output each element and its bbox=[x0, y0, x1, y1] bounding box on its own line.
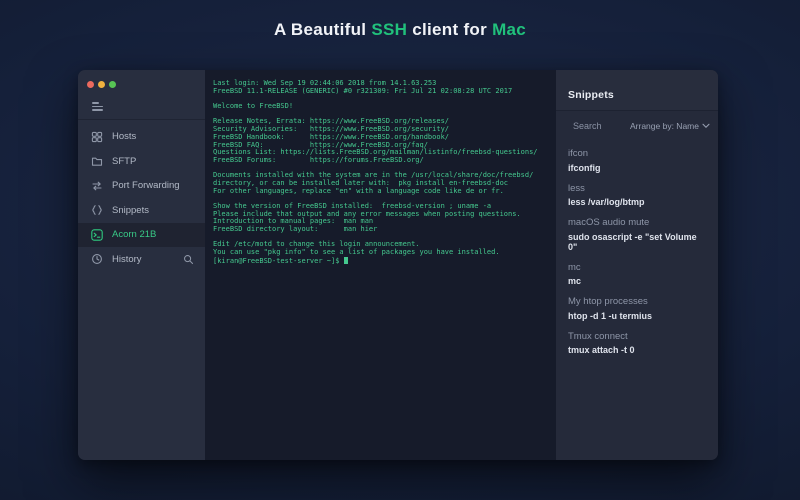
terminal-icon bbox=[91, 229, 103, 241]
snippet-name: ifcon bbox=[568, 148, 706, 159]
zoom-window-button[interactable] bbox=[109, 81, 116, 88]
window-titlebar bbox=[78, 70, 205, 90]
snippet-item[interactable]: less less /var/log/btmp bbox=[568, 183, 706, 208]
snippets-panel-header: Snippets bbox=[556, 70, 718, 111]
page-title-mac: Mac bbox=[492, 20, 526, 39]
snippet-command: sudo osascript -e "set Volume 0" bbox=[568, 232, 706, 252]
sidebar-item-port-forwarding[interactable]: Port Forwarding bbox=[78, 174, 205, 199]
sidebar-item-label: Snippets bbox=[112, 205, 149, 216]
history-clock-icon bbox=[91, 253, 103, 265]
snippet-item[interactable]: My htop processes htop -d 1 -u termius bbox=[568, 296, 706, 321]
page-title-prefix: A Beautiful bbox=[274, 20, 371, 39]
sidebar-item-sftp[interactable]: SFTP bbox=[78, 149, 205, 174]
snippet-item[interactable]: Tmux connect tmux attach -t 0 bbox=[568, 331, 706, 356]
snippet-name: mc bbox=[568, 262, 706, 273]
sidebar-item-label: Port Forwarding bbox=[112, 180, 180, 191]
snippet-command: htop -d 1 -u termius bbox=[568, 311, 706, 321]
prompt-text: [kiran@FreeBSD-test-server ~]$ bbox=[213, 257, 344, 265]
close-window-button[interactable] bbox=[87, 81, 94, 88]
sidebar-item-history[interactable]: History bbox=[78, 247, 205, 272]
terminal-line: Welcome to FreeBSD! bbox=[213, 103, 556, 111]
snippet-command: less /var/log/btmp bbox=[568, 197, 706, 207]
folder-icon bbox=[91, 155, 103, 167]
sidebar-item-acorn-21b[interactable]: Acorn 21B bbox=[78, 223, 205, 248]
sidebar-item-label: SFTP bbox=[112, 156, 136, 167]
sidebar: Hosts SFTP Port Forwarding Snippets bbox=[78, 70, 205, 460]
snippet-item[interactable]: macOS audio mute sudo osascript -e "set … bbox=[568, 217, 706, 252]
braces-icon bbox=[91, 204, 103, 216]
snippets-search-input[interactable] bbox=[573, 121, 625, 131]
terminal-line: FreeBSD 11.1-RELEASE (GENERIC) #0 r32130… bbox=[213, 88, 556, 96]
minimize-window-button[interactable] bbox=[98, 81, 105, 88]
terminal-line: FreeBSD directory layout: man hier bbox=[213, 226, 556, 234]
snippet-item[interactable]: mc mc bbox=[568, 262, 706, 287]
menu-icon[interactable] bbox=[92, 102, 205, 111]
snippets-list: ifcon ifconfig less less /var/log/btmp m… bbox=[556, 141, 718, 365]
port-forwarding-icon bbox=[91, 180, 103, 192]
snippet-name: macOS audio mute bbox=[568, 217, 706, 228]
sidebar-search-icon[interactable] bbox=[183, 254, 194, 265]
terminal-line: For other languages, replace "en" with a… bbox=[213, 188, 556, 196]
snippet-command: mc bbox=[568, 276, 706, 286]
arrange-by-label: Arrange by: Name bbox=[630, 121, 699, 131]
snippets-panel-title: Snippets bbox=[568, 89, 614, 101]
terminal-prompt[interactable]: [kiran@FreeBSD-test-server ~]$ bbox=[213, 257, 556, 265]
chevron-down-icon bbox=[702, 123, 710, 129]
sidebar-nav: Hosts SFTP Port Forwarding Snippets bbox=[78, 120, 205, 272]
app-window: Hosts SFTP Port Forwarding Snippets bbox=[78, 70, 718, 460]
terminal-cursor bbox=[344, 257, 348, 264]
page-title-ssh: SSH bbox=[371, 20, 407, 39]
snippets-panel: Snippets Arrange by: Name ifcon ifconfig… bbox=[556, 70, 718, 460]
hosts-grid-icon bbox=[91, 131, 103, 143]
sidebar-item-label: Acorn 21B bbox=[112, 229, 156, 240]
snippet-command: tmux attach -t 0 bbox=[568, 345, 706, 355]
page-title-middle: client for bbox=[407, 20, 492, 39]
sidebar-item-label: Hosts bbox=[112, 131, 136, 142]
sidebar-item-label: History bbox=[112, 254, 142, 265]
snippet-command: ifconfig bbox=[568, 163, 706, 173]
terminal-output[interactable]: Last login: Wed Sep 19 02:44:06 2018 fro… bbox=[205, 70, 556, 460]
snippet-name: Tmux connect bbox=[568, 331, 706, 342]
snippet-name: My htop processes bbox=[568, 296, 706, 307]
sidebar-item-hosts[interactable]: Hosts bbox=[78, 125, 205, 150]
terminal-line: You can use "pkg info" to see a list of … bbox=[213, 249, 556, 257]
snippets-search-row: Arrange by: Name bbox=[556, 111, 718, 141]
snippet-name: less bbox=[568, 183, 706, 194]
snippet-item[interactable]: ifcon ifconfig bbox=[568, 148, 706, 173]
arrange-by-dropdown[interactable]: Arrange by: Name bbox=[630, 121, 710, 131]
terminal-line: FreeBSD Forums: https://forums.FreeBSD.o… bbox=[213, 157, 556, 165]
sidebar-item-snippets[interactable]: Snippets bbox=[78, 198, 205, 223]
page-title: A Beautiful SSH client for Mac bbox=[0, 20, 800, 40]
